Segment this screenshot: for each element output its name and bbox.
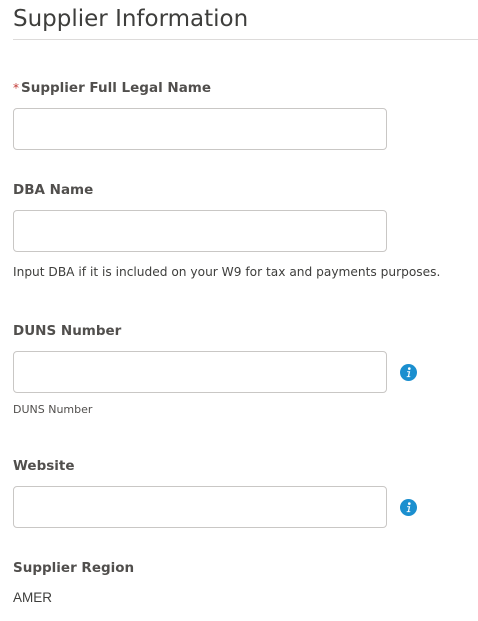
duns-number-label: DUNS Number [13,323,122,339]
section-title: Supplier Information [13,6,249,32]
dba-help-text: Input DBA if it is included on your W9 f… [13,265,441,279]
duns-number-input[interactable] [13,351,387,393]
supplier-region-label: Supplier Region [13,560,135,576]
legal-name-label: * Supplier Full Legal Name [13,79,211,97]
website-label: Website [13,458,75,474]
dba-name-input[interactable] [13,210,387,252]
legal-name-input[interactable] [13,108,387,150]
legal-name-label-text: Supplier Full Legal Name [21,80,212,96]
info-icon [406,502,411,513]
info-icon [406,367,411,378]
duns-info-icon[interactable] [400,364,417,381]
website-input[interactable] [13,486,387,528]
supplier-region-value: AMER [13,590,53,605]
website-info-icon[interactable] [400,499,417,516]
required-asterisk: * [13,81,19,95]
dba-name-label: DBA Name [13,182,94,198]
duns-sub-help: DUNS Number [13,403,93,416]
title-divider [13,39,478,40]
